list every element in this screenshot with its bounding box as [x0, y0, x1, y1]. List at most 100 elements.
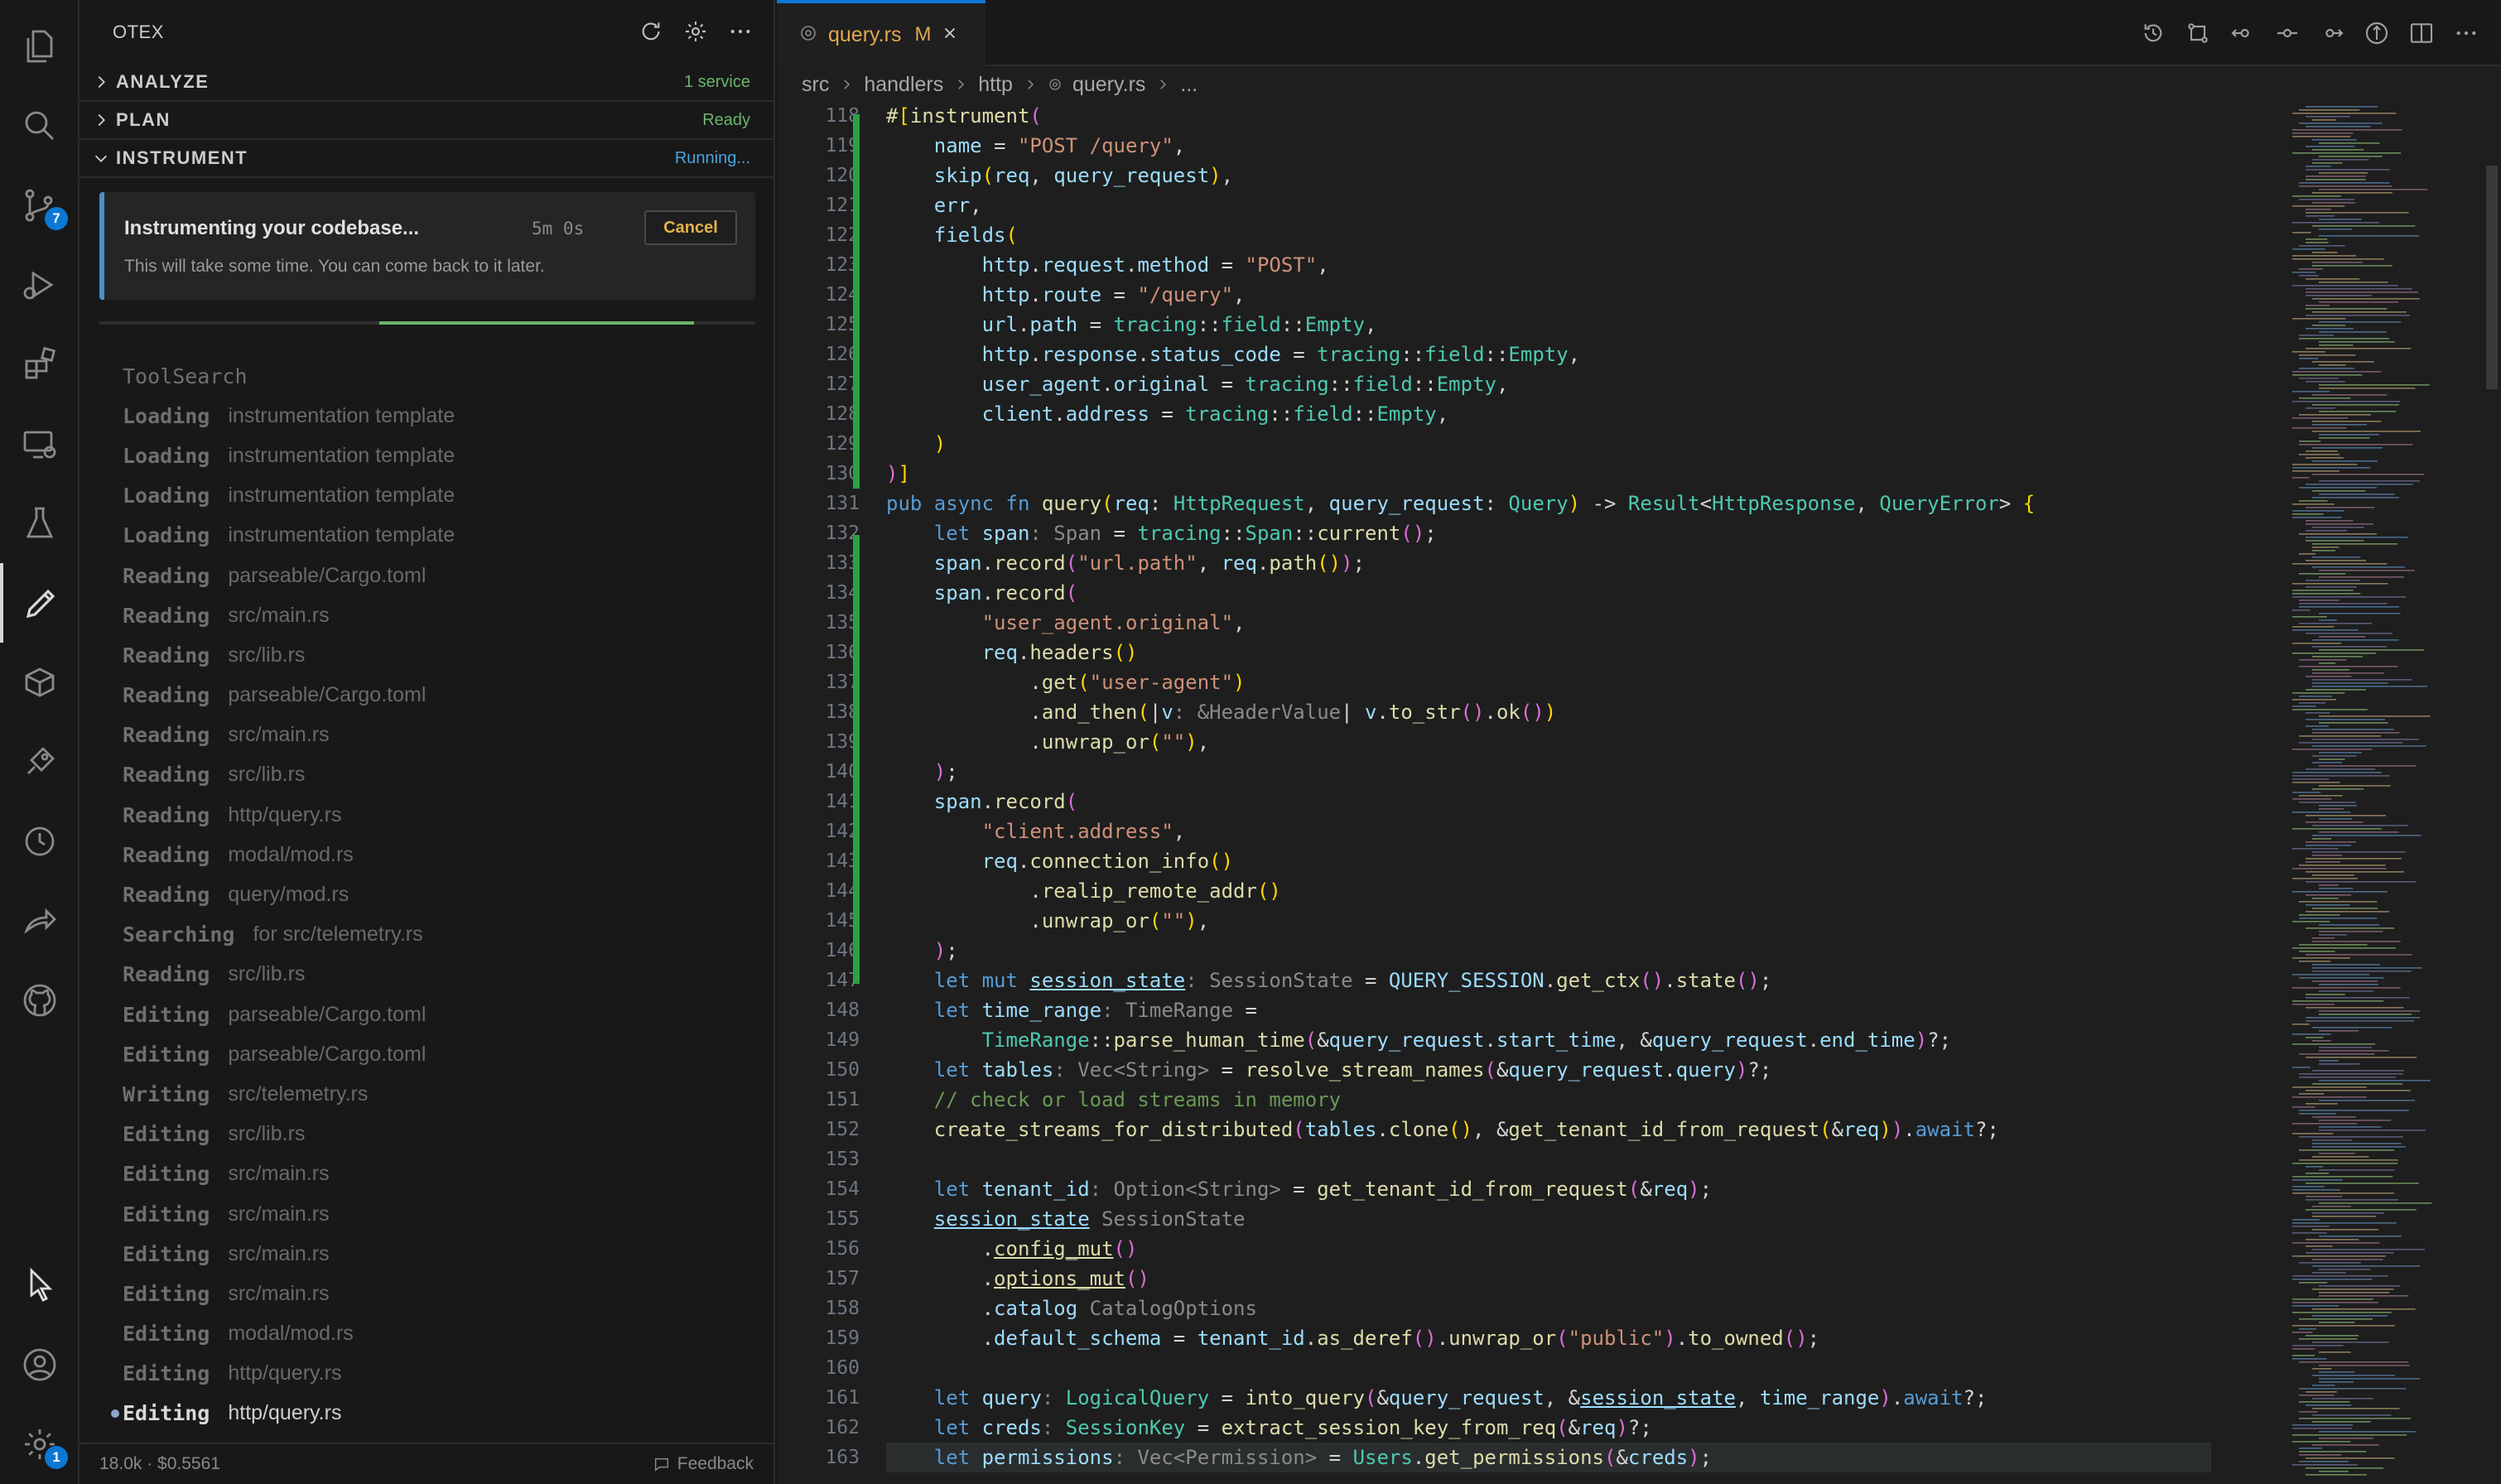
minimap-line: [2292, 812, 2351, 813]
minimap-line: [2319, 1014, 2412, 1015]
feedback-link[interactable]: Feedback: [653, 1454, 754, 1474]
deploy-icon[interactable]: [0, 722, 80, 802]
code-content[interactable]: #[instrument( name = "POST /query", skip…: [886, 101, 2211, 1472]
minimap-line: [2306, 278, 2360, 280]
split-editor-icon[interactable]: [2408, 20, 2435, 51]
minimap-line: [2306, 176, 2366, 177]
minimap-line: [2306, 815, 2387, 817]
minimap-line: [2319, 219, 2362, 220]
breadcrumb-src[interactable]: src: [802, 73, 829, 97]
breadcrumb-symbol[interactable]: ...: [1180, 73, 1197, 97]
minimap-line: [2299, 666, 2398, 667]
scrollbar-thumb[interactable]: [2486, 166, 2498, 389]
minimap-line: [2319, 142, 2380, 144]
minimap-line: [2312, 762, 2343, 764]
manage-gear-icon[interactable]: 1: [0, 1404, 80, 1484]
minimap-line: [2292, 1275, 2388, 1277]
breadcrumb-http[interactable]: http: [978, 73, 1013, 97]
chevron-down-icon: [86, 149, 116, 167]
minimap-line: [2292, 1163, 2398, 1164]
minimap-line: [2306, 209, 2331, 210]
search-icon[interactable]: [0, 86, 80, 166]
code-line: let span: Span = tracing::Span::current(…: [933, 522, 1437, 545]
extensions-icon[interactable]: [0, 325, 80, 404]
minimap-line: [2299, 1262, 2361, 1264]
minimap-line: [2319, 716, 2431, 717]
minimap-line: [2312, 937, 2335, 939]
minimap[interactable]: [2284, 101, 2483, 1484]
testing-icon[interactable]: [0, 484, 80, 563]
run-debug-icon[interactable]: [0, 245, 80, 325]
minimap-line: [2292, 798, 2332, 800]
refresh-icon[interactable]: [638, 18, 664, 49]
source-control-icon[interactable]: 7: [0, 166, 80, 245]
share-icon[interactable]: [0, 881, 80, 961]
log-item: Editing src/main.rs: [123, 1234, 752, 1274]
account-icon[interactable]: [0, 1325, 80, 1404]
line-number: 154: [825, 1178, 860, 1200]
log-target: src/main.rs: [228, 1281, 330, 1305]
code-line: .get("user-agent"): [886, 671, 1246, 694]
minimap-line: [2299, 1338, 2358, 1340]
minimap-line: [2319, 301, 2399, 303]
minimap-line: [2299, 1073, 2403, 1075]
tab-query-rs[interactable]: query.rs M: [777, 0, 985, 66]
more-actions-icon[interactable]: [2453, 20, 2479, 51]
commit-icon[interactable]: [2274, 20, 2301, 51]
minimap-line: [2292, 775, 2390, 777]
section-label: PLAN: [116, 109, 171, 130]
close-icon[interactable]: [941, 24, 959, 46]
history-icon[interactable]: [2140, 20, 2166, 51]
log-target: src/main.rs: [228, 1162, 330, 1186]
minimap-line: [2292, 1348, 2315, 1350]
package-icon[interactable]: [0, 643, 80, 722]
timeline-icon[interactable]: [0, 802, 80, 881]
section-analyze[interactable]: ANALYZE 1 service: [80, 64, 775, 102]
remote-explorer-icon[interactable]: [0, 404, 80, 484]
minimap-line: [2319, 341, 2395, 343]
gutter-added-marker: [853, 535, 860, 984]
more-actions-icon[interactable]: [727, 18, 754, 49]
minimap-line: [2312, 252, 2338, 253]
github-icon[interactable]: [0, 961, 80, 1040]
minimap-line: [2299, 533, 2377, 535]
breadcrumb-handlers[interactable]: handlers: [864, 73, 943, 97]
minimap-line: [2306, 676, 2352, 677]
elapsed-time: 5m 0s: [532, 219, 585, 238]
otex-icon[interactable]: [0, 563, 80, 643]
log-target: http/query.rs: [228, 802, 342, 826]
go-forward-icon[interactable]: [2319, 20, 2345, 51]
code-line: span.record(: [933, 790, 1078, 813]
minimap-line: [2319, 1471, 2349, 1472]
minimap-line: [2319, 229, 2353, 230]
code-line: name = "POST /query",: [933, 134, 1186, 157]
cancel-button[interactable]: Cancel: [644, 210, 737, 245]
minimap-line: [2292, 205, 2345, 207]
minimap-line: [2299, 1401, 2350, 1403]
compare-changes-icon[interactable]: [2185, 20, 2211, 51]
minimap-line: [2306, 1239, 2359, 1241]
section-plan[interactable]: PLAN Ready: [80, 102, 775, 140]
section-instrument[interactable]: INSTRUMENT Running...: [80, 140, 775, 178]
minimap-line: [2319, 984, 2378, 985]
section-status: Ready: [702, 110, 750, 129]
settings-gear-icon[interactable]: [682, 18, 709, 49]
go-back-icon[interactable]: [2229, 20, 2256, 51]
minimap-line: [2292, 1312, 2392, 1313]
minimap-line: [2312, 838, 2331, 840]
branch-compare-icon[interactable]: [2364, 20, 2390, 51]
minimap-line: [2312, 162, 2343, 164]
log-item: Loading instrumentation template: [123, 436, 752, 475]
minimap-line: [2312, 1140, 2353, 1141]
minimap-line: [2292, 1279, 2373, 1280]
explorer-icon[interactable]: [0, 7, 80, 86]
minimap-line: [2292, 596, 2407, 598]
minimap-line: [2306, 242, 2329, 243]
minimap-line: [2312, 566, 2405, 568]
line-number: 139: [825, 731, 860, 753]
minimap-line: [2319, 759, 2345, 760]
minimap-line: [2292, 947, 2396, 949]
log-target: src/main.rs: [228, 723, 330, 747]
comment-icon: [654, 1458, 668, 1472]
breadcrumb-file[interactable]: query.rs: [1072, 73, 1145, 97]
